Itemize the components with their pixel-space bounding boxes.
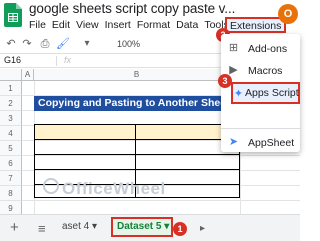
menu-format[interactable]: Format [137, 19, 170, 31]
fx-icon: fx [64, 55, 72, 65]
row-header[interactable]: 9 [0, 201, 22, 214]
table-header-row[interactable] [35, 125, 239, 140]
column-header-a[interactable]: A [22, 69, 34, 81]
grid-row [22, 201, 300, 214]
step-badge-3: 3 [218, 74, 232, 88]
all-sheets-icon[interactable]: ≡ [38, 221, 46, 236]
menu-item-apps-script[interactable]: ✦ Apps Script [231, 82, 300, 104]
table-row[interactable] [35, 140, 239, 155]
menu-extensions[interactable]: Extensions [225, 17, 287, 33]
chevron-down-icon[interactable]: ▾ [164, 221, 169, 232]
menu-file[interactable]: File [29, 19, 46, 31]
row-header[interactable]: 6 [0, 156, 22, 171]
undo-icon[interactable]: ↶ [4, 37, 18, 51]
scroll-right-icon[interactable]: ▸ [200, 223, 205, 234]
add-sheet-icon[interactable]: + [10, 219, 19, 236]
row-header[interactable]: 5 [0, 141, 22, 156]
sheet-tab-dataset-5[interactable]: Dataset 5 ▾ [111, 217, 173, 237]
document-title[interactable]: google sheets script copy paste v... [29, 1, 235, 16]
select-all-corner[interactable] [0, 69, 22, 81]
formula-divider [56, 56, 57, 66]
title-bar: google sheets script copy paste v... Fil… [0, 0, 300, 36]
sheet-tab-label: aset 4 [62, 221, 90, 232]
menu-bar: File Edit View Insert Format Data Tools Extens… [29, 17, 287, 33]
paint-format-icon[interactable]: 🖌 [56, 37, 70, 51]
sheet-tab-dataset-4[interactable]: aset 4 ▾ [62, 221, 97, 232]
avatar[interactable]: O [278, 4, 298, 24]
watermark-logo-icon [43, 178, 59, 194]
menu-insert[interactable]: Insert [105, 19, 131, 31]
extensions-dropdown: ⊞ Add-ons ▶ Macros ✦ Apps Script ➤ AppSh… [221, 34, 300, 152]
row-header[interactable]: 3 [0, 111, 22, 126]
menu-item-appsheet[interactable]: ➤ AppSheet [221, 132, 300, 154]
zoom-level[interactable]: 100% [117, 39, 140, 49]
row-header[interactable]: 7 [0, 171, 22, 186]
row-header[interactable]: 1 [0, 81, 22, 96]
table-row[interactable] [35, 155, 239, 170]
appsheet-icon: ➤ [228, 136, 239, 148]
addons-icon: ⊞ [228, 42, 239, 54]
row-header[interactable]: 8 [0, 186, 22, 201]
menu-view[interactable]: View [76, 19, 99, 31]
redo-icon[interactable]: ↷ [20, 37, 34, 51]
print-icon[interactable]: ⎙ [38, 37, 52, 51]
watermark: OfficeWheel [62, 179, 166, 198]
active-sheet-label: Dataset 5 [117, 221, 162, 232]
sheet-tab-bar: + ≡ aset 4 ▾ Dataset 5 ▾ 1 ▸ [0, 214, 300, 241]
menu-data[interactable]: Data [176, 19, 198, 31]
menu-item-add-ons[interactable]: ⊞ Add-ons [221, 38, 300, 60]
row-header[interactable]: 2 [0, 96, 22, 111]
row-header[interactable]: 4 [0, 126, 22, 141]
chevron-down-icon[interactable]: ▾ [92, 221, 97, 232]
name-box[interactable]: G16 [4, 55, 21, 65]
zoom-caret-icon[interactable]: ▾ [80, 37, 94, 51]
menu-item-macros[interactable]: ▶ Macros [221, 60, 300, 82]
column-header-b[interactable]: B [34, 69, 240, 81]
menu-divider [221, 128, 300, 129]
sheets-logo-icon[interactable] [4, 3, 22, 27]
apps-script-icon: ✦ [233, 88, 244, 100]
step-badge-1: 1 [173, 222, 187, 236]
menu-edit[interactable]: Edit [52, 19, 70, 31]
